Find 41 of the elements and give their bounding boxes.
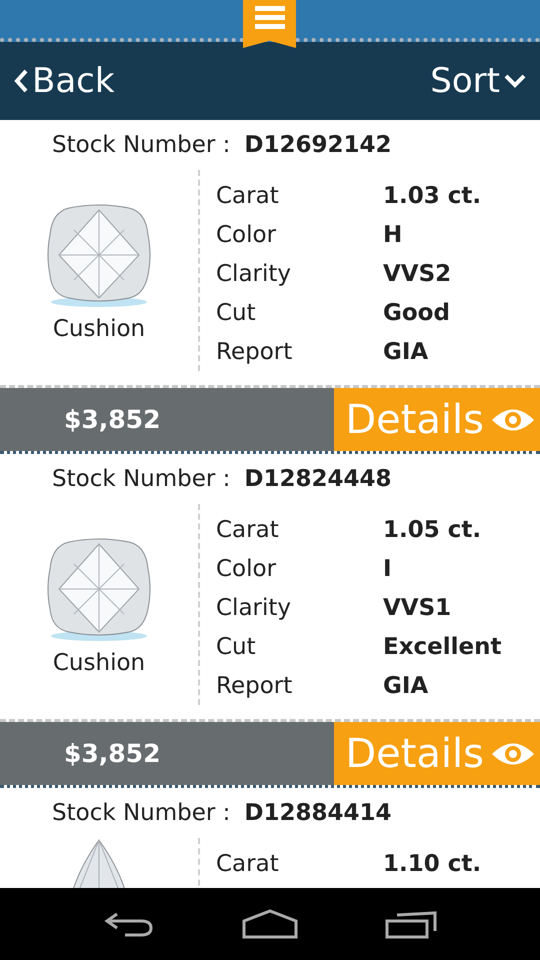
stock-number: D12884414	[244, 800, 392, 826]
spec-label: Color	[216, 222, 278, 248]
spec-label: Cut	[216, 634, 257, 660]
stock-number: D12692142	[244, 132, 392, 158]
chevron-down-icon	[504, 74, 526, 88]
spec-label: Carat	[216, 182, 280, 208]
spec-value: GIA	[383, 672, 428, 698]
recent-apps-icon[interactable]	[384, 909, 437, 939]
spec-label: Report	[216, 338, 294, 364]
spec-value: VVS2	[383, 260, 452, 286]
menu-button[interactable]	[243, 0, 296, 48]
spec-value: H	[383, 222, 402, 248]
spec-value: I	[383, 556, 392, 582]
stock-number: D12824448	[244, 466, 392, 492]
spec-value: 1.03 ct.	[383, 182, 482, 208]
stock-number-label: Stock Number :	[52, 132, 230, 158]
shape-name: Cushion	[52, 650, 146, 676]
chevron-left-icon	[14, 69, 28, 93]
spec-label: Carat	[216, 516, 280, 542]
spec-label: Cut	[216, 300, 257, 326]
price: $3,852	[64, 405, 160, 434]
stock-number-label: Stock Number :	[52, 800, 230, 826]
home-icon[interactable]	[242, 909, 298, 939]
shape-name: Cushion	[52, 316, 146, 342]
spec-value: Good	[383, 300, 450, 326]
spec-value: 1.05 ct.	[383, 516, 482, 542]
spec-value: VVS1	[383, 594, 452, 620]
spec-label: Clarity	[216, 260, 292, 286]
spec-label: Clarity	[216, 594, 292, 620]
sort-button[interactable]: Sort	[430, 61, 526, 101]
menu-icon	[254, 6, 284, 30]
back-icon[interactable]	[103, 910, 156, 938]
spec-value: 1.10 ct.	[383, 850, 482, 876]
spec-value: GIA	[383, 338, 428, 364]
stock-number-label: Stock Number :	[52, 466, 230, 492]
spec-value: Excellent	[383, 634, 502, 660]
spec-label: Report	[216, 672, 294, 698]
spec-label: Carat	[216, 850, 280, 876]
spec-label: Color	[216, 556, 278, 582]
back-button[interactable]: Back	[14, 61, 115, 101]
price: $3,852	[64, 739, 160, 768]
